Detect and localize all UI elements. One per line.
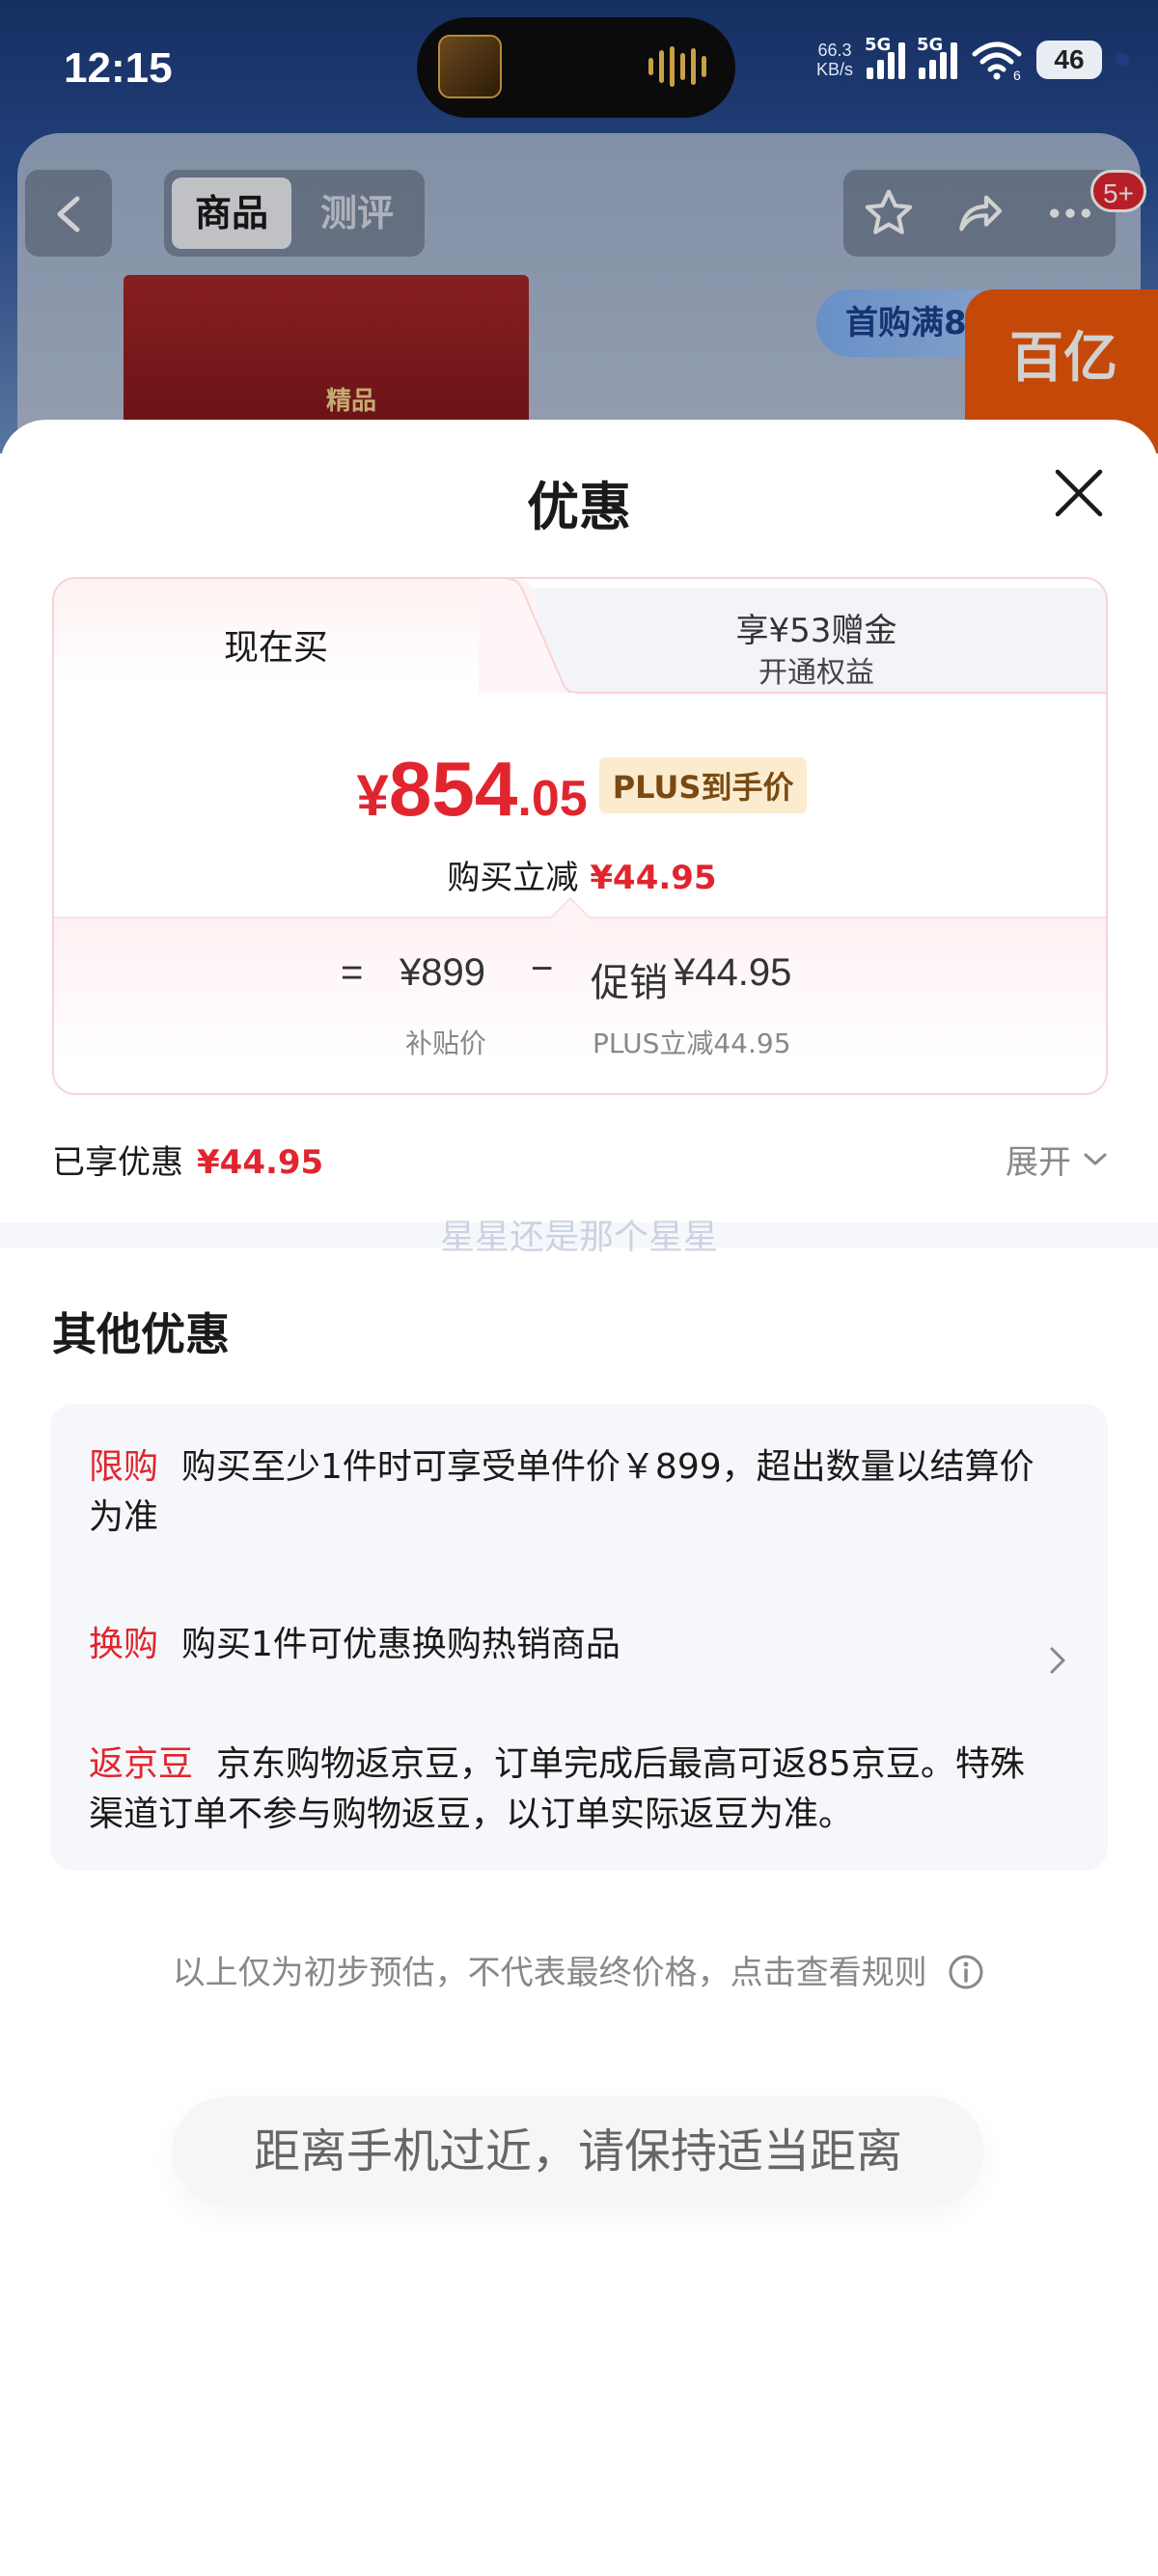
wifi-icon: 6	[972, 41, 1022, 81]
discount-tag: 限购	[89, 1447, 159, 1487]
discount-text: 京东购物返京豆，订单完成后最高可返85京豆。特殊渠道订单不参与购物返豆，以订单实…	[89, 1744, 1025, 1834]
discount-item-limit: 限购 购买至少1件时可享受单件价￥899，超出数量以结算价为准	[89, 1442, 1054, 1543]
base-price: ¥899	[400, 951, 485, 994]
tab-gift-title: 享¥53赠金	[735, 612, 897, 650]
instant-discount: 购买立减 ¥44.95	[54, 851, 1106, 898]
dynamic-island[interactable]	[417, 17, 735, 118]
promo-sub-label: PLUS立减44.95	[593, 1028, 791, 1059]
tab-slant-edge	[479, 579, 575, 693]
equals-sign: =	[341, 951, 364, 994]
promo-label: 促销	[591, 962, 668, 1004]
enjoyed-discount: 已享优惠 ¥44.95	[52, 1136, 323, 1183]
network-speed-value: 66.3	[817, 41, 852, 60]
watermark-text: 星星还是那个星星	[439, 1218, 718, 1257]
base-price-label: 补贴价	[405, 1028, 487, 1059]
instant-discount-label: 购买立减	[447, 859, 579, 897]
discount-sheet: 优惠 享¥53赠金 开通权益 现在买 ¥854.05 PLUS到手价 购买立减 ¥4…	[0, 420, 1158, 2576]
price-decimal: .05	[517, 771, 588, 827]
signal-icon-sim2: 5G	[917, 35, 957, 79]
status-time: 12:15	[64, 44, 173, 92]
sim1-label: 5G	[865, 35, 892, 55]
wifi-sub-label: 6	[1013, 68, 1021, 81]
battery-icon: 46	[1036, 41, 1102, 79]
sim2-label: 5G	[917, 35, 944, 55]
enjoyed-amount: ¥44.95	[197, 1143, 324, 1182]
tab-gift-subtitle: 开通权益	[758, 656, 874, 690]
instant-discount-amount: ¥44.95	[590, 859, 717, 897]
chevron-down-icon	[1084, 1153, 1107, 1165]
info-icon[interactable]	[947, 1953, 985, 1991]
close-icon[interactable]	[1052, 466, 1106, 520]
tab-membership-gift[interactable]: 享¥53赠金 开通权益	[523, 589, 1106, 693]
enjoyed-label: 已享优惠	[52, 1143, 183, 1182]
discount-text: 购买至少1件时可享受单件价￥899，超出数量以结算价为准	[89, 1447, 1034, 1537]
price-breakdown: = ¥899 − 促销 ¥44.95 补贴价 PLUS立减44.95	[54, 896, 1106, 1093]
discount-item-beans: 返京豆 京东购物返京豆，订单完成后最高可返85京豆。特殊渠道订单不参与购物返豆，以…	[89, 1740, 1054, 1840]
breakdown-notch	[549, 896, 592, 939]
proximity-toast: 距离手机过近，请保持适当距离	[172, 2096, 984, 2206]
tab-buy-now[interactable]: 现在买	[54, 579, 537, 693]
other-discounts-title: 其他优惠	[52, 1308, 230, 1360]
network-speed: 66.3 KB/s	[816, 41, 853, 79]
final-price: ¥854.05 PLUS到手价	[54, 745, 1106, 834]
chevron-right-icon[interactable]	[1048, 1645, 1067, 1676]
expand-button[interactable]: 展开	[1006, 1136, 1108, 1183]
disclaimer-text: 以上仅为初步预估，不代表最终价格，点击查看规则	[172, 1954, 927, 1992]
discount-text: 购买1件可优惠换购热销商品	[181, 1625, 620, 1664]
sheet-title: 优惠	[527, 477, 631, 537]
tab-divider	[575, 692, 1106, 694]
tab-buy-now-label: 现在买	[223, 628, 328, 668]
audio-wave-icon	[648, 46, 706, 87]
promo-amount: ¥44.95	[674, 951, 792, 994]
price-disclaimer[interactable]: 以上仅为初步预估，不代表最终价格，点击查看规则	[0, 1946, 1158, 1993]
price-card: 享¥53赠金 开通权益 现在买 ¥854.05 PLUS到手价 购买立减 ¥44.9…	[52, 577, 1108, 1095]
product-page-background: 精品 首购满89 百亿 商品 测评 5+ 12:15 66.3 KB/s 5G …	[0, 0, 1158, 453]
other-discounts-list: 限购 购买至少1件时可享受单件价￥899，超出数量以结算价为准 换购 购买1件可优惠…	[50, 1404, 1108, 1871]
status-indicators: 66.3 KB/s 5G 5G 6 46	[816, 35, 1129, 81]
discount-tag: 返京豆	[89, 1744, 194, 1784]
plus-price-tag: PLUS到手价	[598, 757, 808, 813]
minus-sign: −	[531, 947, 554, 990]
price-currency: ¥	[356, 763, 389, 828]
expand-label: 展开	[1006, 1143, 1071, 1182]
discount-tag: 换购	[89, 1625, 159, 1664]
indicator-dot	[1116, 53, 1129, 67]
signal-icon-sim1: 5G	[865, 35, 905, 79]
discount-item-exchange[interactable]: 换购 购买1件可优惠换购热销商品	[89, 1620, 1054, 1670]
price-integer: 854	[388, 746, 518, 832]
network-speed-unit: KB/s	[815, 60, 853, 79]
media-thumbnail	[438, 35, 502, 98]
